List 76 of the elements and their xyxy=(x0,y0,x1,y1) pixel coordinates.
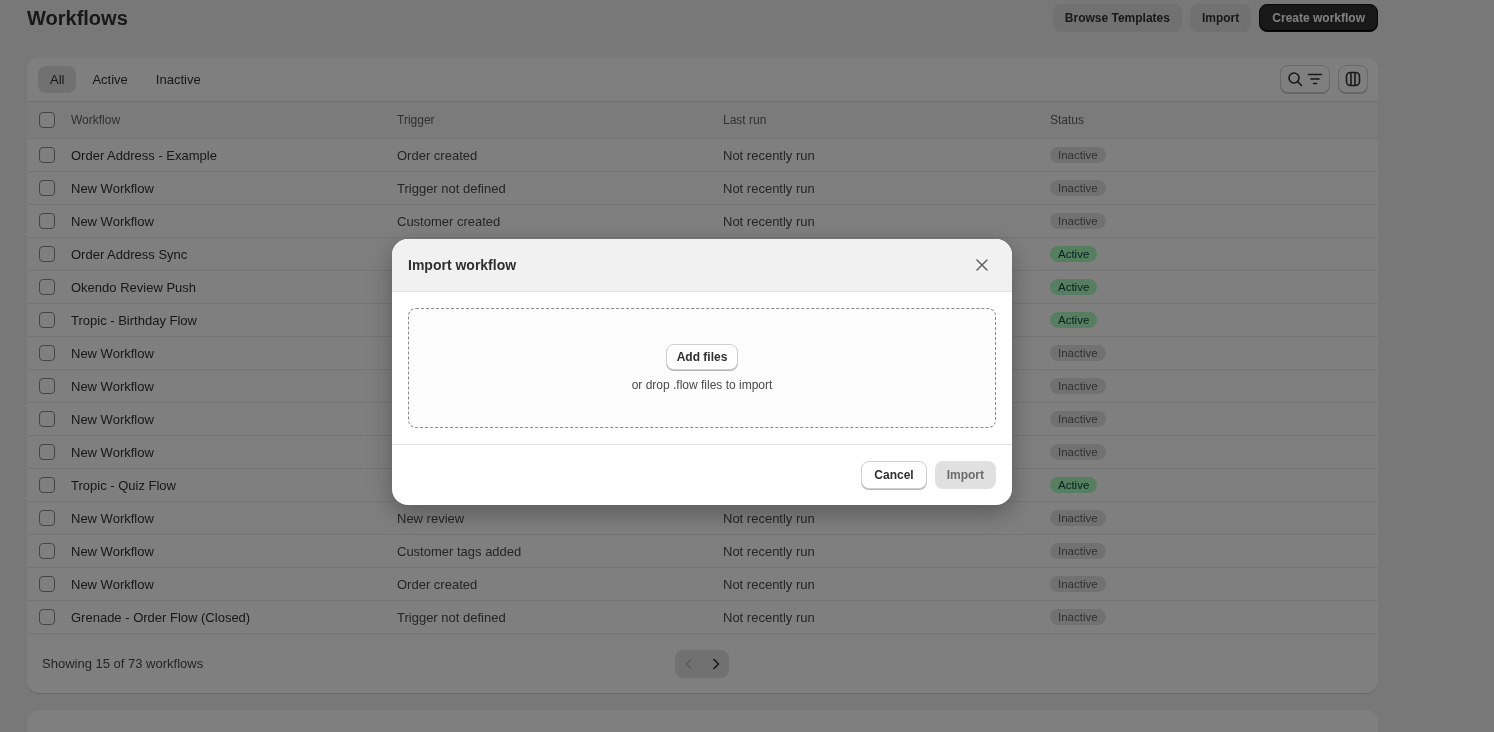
table-cell-text: New review xyxy=(397,510,466,526)
status-badge: Inactive xyxy=(1050,378,1106,394)
table-cell-text: Not recently run xyxy=(723,543,816,559)
dialog-title: Import workflow xyxy=(408,257,517,273)
column-header: Workflow xyxy=(71,113,122,127)
row-checkbox[interactable] xyxy=(39,378,55,394)
status-badge: Inactive xyxy=(1050,576,1106,592)
row-checkbox[interactable] xyxy=(39,279,55,295)
table-cell-text: Trigger not defined xyxy=(397,180,507,196)
add-files-button[interactable]: Add files xyxy=(665,344,739,370)
table-cell-text: Not recently run xyxy=(723,147,816,163)
column-header: Trigger xyxy=(397,113,436,127)
status-badge: Active xyxy=(1050,312,1098,328)
status-badge: Inactive xyxy=(1050,213,1106,229)
create-button[interactable]: Create workflow xyxy=(1259,4,1378,32)
file-drop-zone[interactable]: Add files or drop .flow files to import xyxy=(408,308,996,428)
workflow-name[interactable]: New Workflow xyxy=(71,180,397,196)
workflow-name[interactable]: New Workflow xyxy=(71,576,397,592)
filter-icon xyxy=(1307,71,1323,87)
row-checkbox[interactable] xyxy=(39,180,55,196)
workflow-name[interactable]: Order Address - Example xyxy=(71,147,397,163)
status-badge: Inactive xyxy=(1050,543,1106,559)
cancel-button[interactable]: Cancel xyxy=(861,461,927,489)
search-filter-button[interactable] xyxy=(1280,65,1330,93)
filter-tab[interactable]: Active xyxy=(80,65,140,93)
status-badge: Inactive xyxy=(1050,147,1106,163)
status-badge: Inactive xyxy=(1050,411,1106,427)
select-all-checkbox[interactable] xyxy=(39,112,55,128)
row-checkbox[interactable] xyxy=(39,411,55,427)
workflow-name[interactable]: Grenade - Order Flow (Closed) xyxy=(71,609,397,625)
drop-hint: or drop .flow files to import xyxy=(631,378,773,392)
column-header: Last run xyxy=(723,113,768,127)
columns-button[interactable] xyxy=(1338,65,1368,93)
header-button[interactable]: Browse Templates xyxy=(1052,4,1182,32)
status-badge: Active xyxy=(1050,477,1098,493)
workflow-name[interactable]: New Workflow xyxy=(71,543,397,559)
row-checkbox[interactable] xyxy=(39,609,55,625)
column-header: Status xyxy=(1050,113,1086,127)
row-checkbox[interactable] xyxy=(39,312,55,328)
table-cell-text: Not recently run xyxy=(723,576,816,592)
table-cell-text: Trigger not defined xyxy=(397,609,507,625)
status-badge: Inactive xyxy=(1050,609,1106,625)
status-badge: Active xyxy=(1050,279,1098,295)
results-count: Showing 15 of 73 workflows xyxy=(42,656,205,671)
row-checkbox[interactable] xyxy=(39,246,55,262)
row-checkbox[interactable] xyxy=(39,213,55,229)
page-title: Workflows xyxy=(27,6,128,30)
filter-tab[interactable]: All xyxy=(38,65,77,93)
table-cell-text: Not recently run xyxy=(723,180,816,196)
status-badge: Inactive xyxy=(1050,444,1106,460)
workflow-name[interactable]: New Workflow xyxy=(71,213,397,229)
row-checkbox[interactable] xyxy=(39,345,55,361)
table-cell-text: Customer tags added xyxy=(397,543,523,559)
row-checkbox[interactable] xyxy=(39,147,55,163)
table-cell-text: Not recently run xyxy=(723,609,816,625)
search-icon xyxy=(1287,71,1303,87)
row-checkbox[interactable] xyxy=(39,510,55,526)
close-icon xyxy=(976,259,988,271)
chevron-right-icon xyxy=(710,657,721,670)
table-cell-text: Customer created xyxy=(397,213,502,229)
status-badge: Inactive xyxy=(1050,510,1106,526)
status-badge: Inactive xyxy=(1050,345,1106,361)
workflow-name[interactable]: New Workflow xyxy=(71,510,397,526)
status-badge: Active xyxy=(1050,246,1098,262)
columns-icon xyxy=(1345,71,1361,87)
table-cell-text: Not recently run xyxy=(723,510,816,526)
row-checkbox[interactable] xyxy=(39,543,55,559)
row-checkbox[interactable] xyxy=(39,576,55,592)
header-button[interactable]: Import xyxy=(1189,4,1252,32)
table-cell-text: Not recently run xyxy=(723,213,816,229)
status-badge: Inactive xyxy=(1050,180,1106,196)
filter-tab[interactable]: Inactive xyxy=(143,65,213,93)
row-checkbox[interactable] xyxy=(39,477,55,493)
row-checkbox[interactable] xyxy=(39,444,55,460)
table-cell-text: Order created xyxy=(397,576,479,592)
table-cell-text: Order created xyxy=(397,147,479,163)
